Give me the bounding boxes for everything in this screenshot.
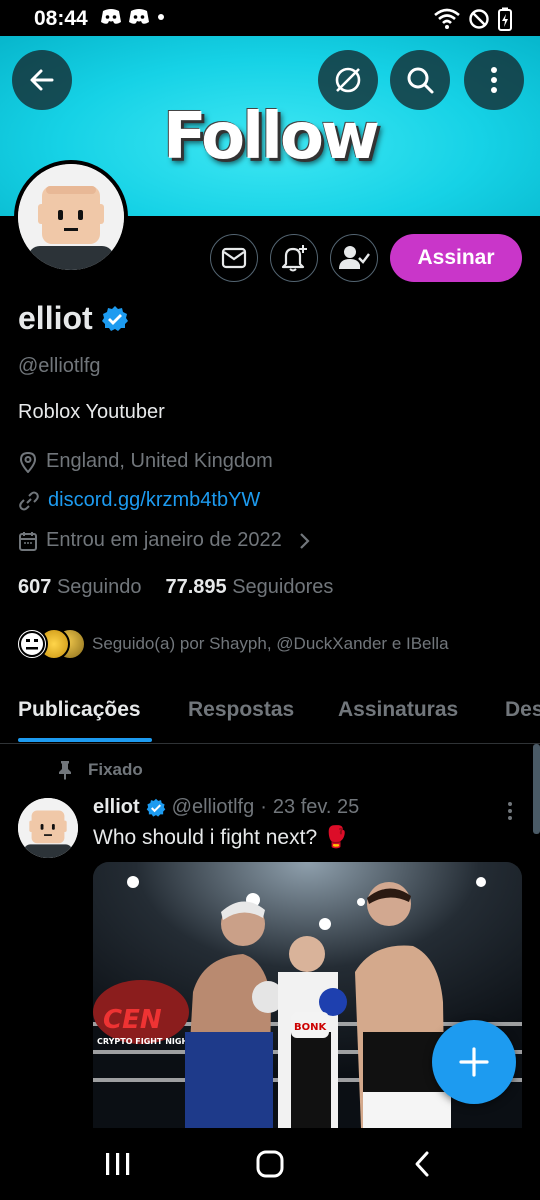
do-not-disturb-icon <box>469 9 489 29</box>
image-sub-text: CRYPTO FIGHT NIGHT <box>97 1037 194 1046</box>
image-banner-text: CEN <box>103 1005 162 1035</box>
more-vertical-icon <box>508 802 512 820</box>
notifications-button[interactable] <box>270 234 318 282</box>
followed-by-text: Seguido(a) por Shayph, @DuckXander e IBe… <box>92 634 449 653</box>
image-glove-text: BONK <box>294 1022 327 1033</box>
search-button[interactable] <box>390 50 450 110</box>
more-button[interactable] <box>464 50 524 110</box>
active-tab-indicator <box>18 738 152 742</box>
post-header: elliot @elliotlfg · 23 fev. 25 <box>93 796 359 819</box>
tab-highlights[interactable]: Des <box>505 698 540 722</box>
calendar-icon <box>19 531 37 551</box>
follow-stats: 607 Seguindo 77.895 Seguidores <box>18 576 333 599</box>
slash-circle-icon <box>335 67 361 93</box>
bell-plus-icon <box>281 245 307 272</box>
compose-button[interactable] <box>432 1020 516 1104</box>
profile-bio: Roblox Youtuber <box>18 401 165 423</box>
scrollbar[interactable] <box>533 744 540 834</box>
subscribe-button[interactable]: Assinar <box>390 234 522 282</box>
face-icon <box>19 631 45 657</box>
following-count: 607 <box>18 576 52 598</box>
home-button[interactable] <box>240 1146 300 1182</box>
arrow-left-icon <box>30 69 54 91</box>
battery-charging-icon <box>498 7 512 31</box>
followed-by[interactable]: Seguido(a) por Shayph, @DuckXander e IBe… <box>14 628 449 660</box>
location-pin-icon <box>19 451 37 473</box>
more-vertical-icon <box>491 67 497 93</box>
joined-text: Entrou em janeiro de 2022 <box>46 529 282 551</box>
mail-icon <box>221 247 247 269</box>
home-icon <box>256 1150 284 1178</box>
location-text: England, United Kingdom <box>46 450 273 472</box>
avatar <box>16 628 48 660</box>
message-button[interactable] <box>210 234 258 282</box>
dot-icon <box>158 14 164 20</box>
post-author[interactable]: elliot <box>93 796 140 819</box>
link-icon <box>19 491 39 510</box>
followers-count: 77.895 <box>165 576 227 598</box>
followed-by-avatars <box>14 628 86 660</box>
tab-subscriptions[interactable]: Assinaturas <box>338 698 458 722</box>
post-handle[interactable]: @elliotlfg <box>172 796 255 819</box>
tab-replies[interactable]: Respostas <box>188 698 294 722</box>
profile-link[interactable]: discord.gg/krzmb4tbYW <box>18 489 260 512</box>
status-bar: 08:44 <box>0 0 540 36</box>
post-avatar[interactable] <box>18 798 78 858</box>
profile-name-row: elliot <box>18 300 129 337</box>
chevron-right-icon <box>299 532 310 549</box>
following-stat[interactable]: 607 Seguindo <box>18 576 141 599</box>
following-button[interactable] <box>330 234 378 282</box>
discord-icon <box>101 9 121 24</box>
discord-icon <box>129 9 149 24</box>
search-icon <box>407 67 434 94</box>
following-label: Seguindo <box>56 576 142 598</box>
profile-joined[interactable]: Entrou em janeiro de 2022 <box>18 529 312 552</box>
back-button[interactable] <box>12 50 72 110</box>
status-time: 08:44 <box>34 7 88 30</box>
post-more-button[interactable] <box>502 800 518 827</box>
profile-location: England, United Kingdom <box>18 450 273 473</box>
verified-badge-icon[interactable] <box>101 305 129 333</box>
user-check-icon <box>339 246 370 269</box>
post-date[interactable]: 23 fev. 25 <box>273 796 359 819</box>
roblox-avatar-icon <box>18 164 124 270</box>
post-separator: · <box>260 796 267 818</box>
post-text: Who should i fight next? 🥊 <box>93 826 350 849</box>
back-nav-button[interactable] <box>392 1146 452 1182</box>
profile-name: elliot <box>18 300 93 336</box>
followers-stat[interactable]: 77.895 Seguidores <box>165 576 333 599</box>
system-nav-bar <box>0 1128 540 1200</box>
recent-apps-button[interactable] <box>88 1146 148 1182</box>
roblox-avatar-icon <box>18 798 78 858</box>
back-icon <box>415 1151 429 1177</box>
verified-badge-icon <box>146 798 165 817</box>
pinned-text: Fixado <box>88 760 143 779</box>
profile-avatar[interactable] <box>14 160 128 274</box>
pinned-label: Fixado <box>56 760 143 780</box>
profile-tabs: Publicações Respostas Assinaturas Des <box>0 688 540 744</box>
pin-icon <box>59 761 71 780</box>
recent-apps-icon <box>106 1153 130 1175</box>
grok-button[interactable] <box>318 50 378 110</box>
profile-handle: @elliotlfg <box>18 355 101 377</box>
followers-label: Seguidores <box>232 576 334 598</box>
wifi-icon <box>434 8 460 29</box>
link-text[interactable]: discord.gg/krzmb4tbYW <box>48 489 260 512</box>
plus-icon <box>459 1047 489 1077</box>
tab-posts[interactable]: Publicações <box>18 698 141 722</box>
